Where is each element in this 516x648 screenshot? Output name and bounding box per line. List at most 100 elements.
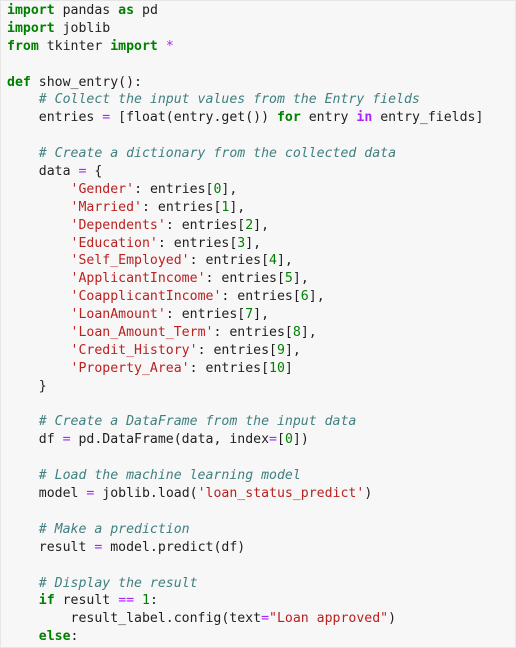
code-token: model [7, 486, 87, 502]
code-editor[interactable]: import pandas as pd import joblib from tki… [0, 0, 516, 648]
code-token: if [38, 593, 55, 609]
code-line[interactable] [7, 503, 511, 521]
code-token: tkinter [38, 38, 111, 54]
code-line[interactable] [7, 557, 511, 575]
code-line[interactable] [7, 449, 511, 467]
code-token: entry_fields] [372, 110, 484, 126]
code-line[interactable]: result = model.predict(df) [7, 539, 511, 557]
code-line[interactable]: from tkinter import * [7, 38, 511, 56]
code-token: ] [284, 360, 293, 376]
code-line[interactable]: # Load the machine learning model [7, 467, 511, 485]
code-line[interactable]: import pandas as pd [7, 2, 511, 20]
code-line[interactable]: else: [7, 628, 511, 646]
code-line[interactable]: model = joblib.load('loan_status_predict… [7, 485, 511, 503]
code-token: = [261, 611, 270, 627]
code-token: 10 [269, 360, 285, 376]
code-token: 'Married' [70, 199, 142, 215]
code-token: 'LoanAmount' [70, 307, 166, 323]
code-token: 'Loan_Amount_Term' [70, 325, 214, 341]
code-token: : entries[ [134, 181, 214, 197]
code-token: model.predict(df) [102, 539, 246, 555]
code-line[interactable]: 'Gender': entries[0], [7, 181, 511, 199]
code-token: : entries[ [221, 289, 301, 305]
code-line[interactable]: 'Education': entries[3], [7, 235, 511, 253]
code-line[interactable] [7, 127, 511, 145]
code-token: # Make a prediction [38, 521, 190, 537]
code-line[interactable]: 'Self_Employed': entries[4], [7, 252, 511, 270]
code-line[interactable]: 'ApplicantIncome': entries[5], [7, 270, 511, 288]
code-line[interactable]: if result == 1: [7, 592, 511, 610]
code-line[interactable]: def show_entry(): [7, 74, 511, 92]
code-line[interactable]: # Display the result [7, 575, 511, 593]
code-token: 'Self_Employed' [70, 253, 190, 269]
code-line[interactable]: df = pd.DataFrame(data, index=[0]) [7, 431, 511, 449]
code-line[interactable]: # Create a dictionary from the collected… [7, 145, 511, 163]
code-token: 6 [300, 289, 309, 305]
code-token: 'Property_Area' [70, 360, 190, 376]
code-line[interactable]: 'Dependents': entries[2], [7, 217, 511, 235]
code-token: 0 [284, 432, 293, 448]
code-line[interactable]: } [7, 378, 511, 396]
code-token: as [118, 3, 135, 18]
code-token: ], [308, 289, 325, 305]
code-token: ], [300, 325, 317, 341]
code-token: ]) [292, 432, 309, 448]
code-line[interactable]: 'Married': entries[1], [7, 199, 511, 217]
code-token: ], [276, 253, 293, 269]
code-line[interactable] [7, 396, 511, 414]
code-line[interactable]: 'CoapplicantIncome': entries[6], [7, 288, 511, 306]
code-line[interactable]: data = { [7, 163, 511, 181]
code-token: show_entry(): [30, 74, 142, 90]
code-token: : entries[ [142, 199, 222, 215]
code-line[interactable]: result_label.config(text="Loan approved"… [7, 610, 511, 628]
code-token: } [7, 378, 47, 394]
code-line[interactable]: # Collect the input values from the Entr… [7, 91, 511, 109]
code-token: df [7, 432, 63, 448]
code-token: result [7, 539, 95, 555]
code-token: 'Dependents' [70, 217, 166, 233]
code-line[interactable]: 'Loan_Amount_Term': entries[8], [7, 324, 511, 342]
code-line[interactable]: # Make a prediction [7, 521, 511, 539]
code-token: import [7, 20, 55, 36]
code-token: 'Credit_History' [70, 342, 198, 358]
code-token: entry [300, 110, 357, 126]
code-token: [ [276, 432, 285, 448]
code-token: ) [388, 611, 397, 627]
code-token: ], [253, 217, 270, 233]
code-token: else [38, 629, 71, 645]
code-token: import [110, 38, 158, 54]
code-token: 7 [245, 307, 254, 323]
code-token: : entries[ [213, 325, 293, 341]
code-token: ], [245, 235, 262, 251]
code-token: ], [229, 199, 246, 215]
code-line[interactable]: 'Property_Area': entries[10] [7, 360, 511, 378]
code-line[interactable]: import joblib [7, 20, 511, 38]
code-line[interactable]: 'Credit_History': entries[9], [7, 342, 511, 360]
code-line[interactable] [7, 56, 511, 74]
code-line[interactable]: 'LoanAmount': entries[7], [7, 306, 511, 324]
code-line[interactable]: entries = [float(entry.get()) for entry … [7, 109, 511, 127]
code-token: * [165, 38, 174, 54]
code-token: # Create a DataFrame from the input data [38, 414, 357, 430]
code-line[interactable]: # Create a DataFrame from the input data [7, 413, 511, 431]
code-token: joblib.load( [94, 486, 198, 502]
code-token: [float(entry.get()) [110, 110, 277, 126]
code-token: = [62, 432, 71, 448]
code-token: : entries[ [157, 235, 238, 251]
code-block[interactable]: import pandas as pd import joblib from tki… [7, 2, 511, 646]
code-token: in [356, 110, 373, 126]
code-token: from [7, 38, 39, 54]
